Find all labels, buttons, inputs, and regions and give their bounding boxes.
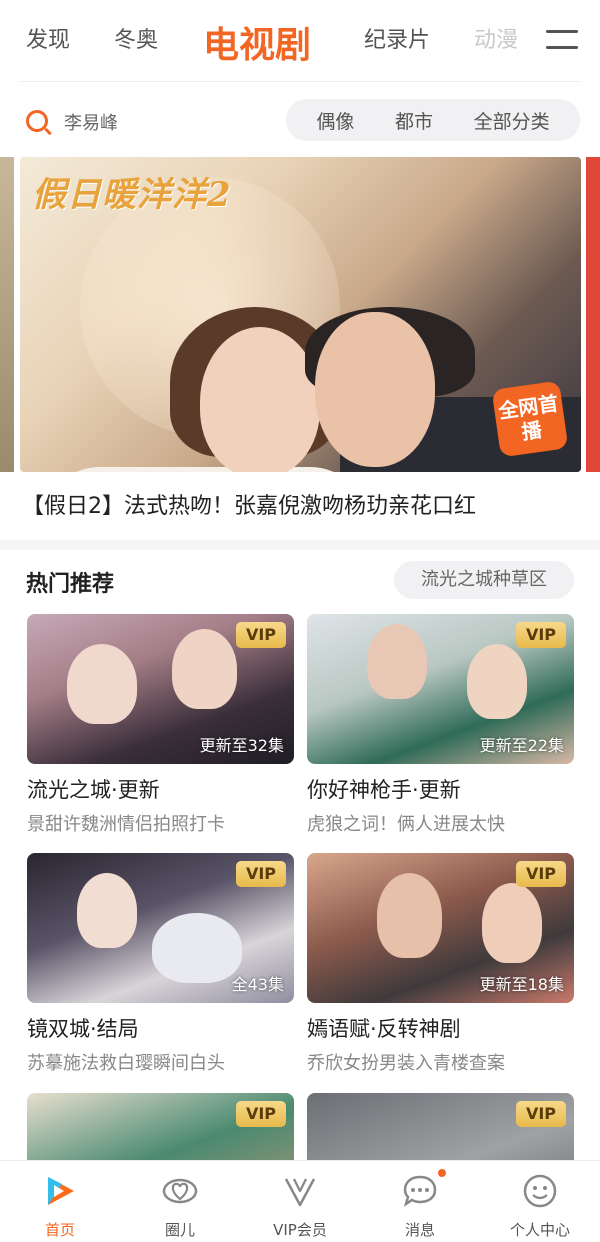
section-title: 热门推荐 (26, 572, 115, 597)
video-card[interactable]: VIP 更新至22集 你好神枪手·更新 虎狼之词！俩人进展太快 (307, 614, 574, 836)
vip-badge: VIP (516, 622, 566, 648)
category-all[interactable]: 全部分类 (474, 107, 550, 134)
card-subtitle: 苏摹施法救白璎瞬间白头 (27, 1053, 225, 1074)
message-icon (400, 1169, 446, 1211)
bottom-nav: 首页 圈儿 VIP会员 消息 个人中心 (0, 1160, 600, 1242)
top-nav: 发现 冬奥 电视剧 纪录片 动漫 (0, 0, 600, 82)
bottom-nav-label: VIP会员 (273, 1221, 327, 1239)
category-idol[interactable]: 偶像 (316, 107, 354, 134)
video-card[interactable]: VIP 更新至18集 嫣语赋·反转神剧 乔欣女扮男装入青楼查案 (307, 853, 574, 1075)
tab-anime[interactable]: 动漫 (474, 22, 518, 54)
tab-tv-series[interactable]: 电视剧 (203, 16, 311, 68)
bottom-nav-label: 个人中心 (509, 1221, 570, 1239)
section-link-button[interactable]: 流光之城种草区 (394, 561, 574, 599)
card-subtitle: 虎狼之词！俩人进展太快 (307, 814, 505, 835)
video-thumbnail[interactable]: VIP 更新至22集 (307, 614, 574, 764)
episode-count: 更新至22集 (479, 736, 564, 755)
section-separator (0, 540, 600, 550)
bottom-nav-label: 首页 (44, 1221, 75, 1239)
menu-icon[interactable] (546, 30, 578, 52)
video-card[interactable]: VIP 更新至32集 流光之城·更新 景甜许魏洲情侣拍照打卡 (27, 614, 294, 836)
video-thumbnail[interactable]: VIP 全43集 (27, 853, 294, 1003)
video-thumbnail[interactable]: VIP 更新至32集 (27, 614, 294, 764)
card-subtitle: 景甜许魏洲情侣拍照打卡 (27, 814, 225, 835)
card-title[interactable]: 嫣语赋·反转神剧 (307, 1013, 574, 1043)
card-title[interactable]: 你好神枪手·更新 (307, 774, 574, 804)
banner-next-peek[interactable] (586, 157, 600, 472)
nav-divider (20, 81, 580, 82)
bottom-nav-label: 消息 (404, 1221, 435, 1239)
banner-carousel[interactable]: 假日暖洋洋2 全网首播 (20, 157, 581, 472)
home-play-icon (40, 1171, 80, 1211)
search-box[interactable]: 李易峰 (24, 104, 118, 140)
profile-icon (520, 1171, 560, 1211)
banner-prev-peek[interactable] (0, 157, 14, 472)
card-title[interactable]: 镜双城·结局 (27, 1013, 294, 1043)
video-card[interactable]: VIP 全43集 镜双城·结局 苏摹施法救白璎瞬间白头 (27, 853, 294, 1075)
card-title[interactable]: 流光之城·更新 (27, 774, 294, 804)
banner-headline[interactable]: 【假日2】法式热吻！张嘉倪激吻杨玏亲花口红 (22, 488, 476, 520)
vip-badge: VIP (516, 1101, 566, 1127)
video-thumbnail[interactable]: VIP 更新至18集 (307, 853, 574, 1003)
card-subtitle: 乔欣女扮男装入青楼查案 (307, 1053, 505, 1074)
bottom-nav-home[interactable]: 首页 (0, 1171, 120, 1240)
vip-badge: VIP (236, 622, 286, 648)
banner-title-art: 假日暖洋洋2 (32, 175, 232, 215)
bottom-nav-messages[interactable]: 消息 (360, 1169, 480, 1240)
vip-badge: VIP (236, 861, 286, 887)
vip-badge: VIP (236, 1101, 286, 1127)
circle-heart-icon (160, 1171, 200, 1211)
episode-count: 全43集 (231, 975, 284, 994)
vip-v-icon (280, 1171, 320, 1211)
bottom-nav-label: 圈儿 (164, 1221, 195, 1239)
unread-dot (438, 1169, 446, 1177)
bottom-nav-circle[interactable]: 圈儿 (120, 1171, 240, 1240)
episode-count: 更新至18集 (479, 975, 564, 994)
episode-count: 更新至32集 (199, 736, 284, 755)
bottom-nav-vip[interactable]: VIP会员 (240, 1171, 360, 1240)
tab-discover[interactable]: 发现 (26, 22, 70, 54)
premiere-badge: 全网首播 (491, 380, 569, 458)
search-query: 李易峰 (64, 113, 118, 134)
bottom-nav-profile[interactable]: 个人中心 (480, 1171, 600, 1240)
tab-documentary[interactable]: 纪录片 (364, 22, 430, 54)
tab-winter-olympics[interactable]: 冬奥 (114, 22, 158, 54)
search-icon (24, 108, 52, 136)
quick-categories: 偶像 都市 全部分类 (286, 99, 580, 141)
category-urban[interactable]: 都市 (395, 107, 433, 134)
vip-badge: VIP (516, 861, 566, 887)
